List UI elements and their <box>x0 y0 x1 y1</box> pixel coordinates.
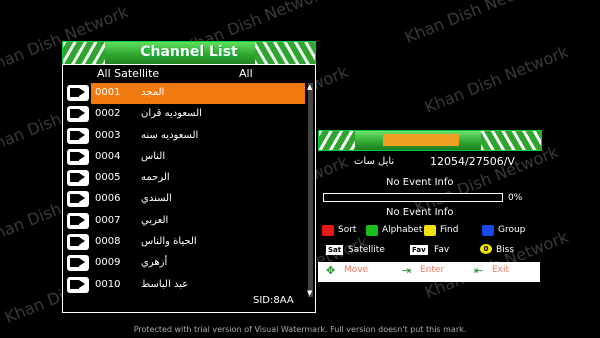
fav-label: Fav <box>434 245 450 255</box>
channel-row[interactable]: 0009 أزهري <box>63 253 307 274</box>
scrollbar[interactable]: ▲ ▼ <box>307 83 313 297</box>
exit-icon: ⇤ <box>474 264 484 277</box>
tv-icon <box>67 255 89 272</box>
channel-list-subheader: All Satellite All <box>63 65 307 82</box>
event-info-current: No Event Info <box>386 177 454 188</box>
event-info-next: No Event Info <box>386 207 454 218</box>
group-filter[interactable]: All <box>239 67 253 80</box>
channel-row[interactable]: 0005 الرحمه <box>63 168 307 189</box>
channel-number: 0006 <box>95 193 121 205</box>
find-label: Find <box>440 225 459 235</box>
tv-icon <box>67 106 89 123</box>
channel-name: المجد <box>141 87 165 98</box>
channel-number: 0003 <box>95 129 121 141</box>
channel-name: السعوديه قران <box>141 108 202 120</box>
fav-key[interactable]: Fav <box>410 245 428 255</box>
channel-name: عبد الباسط <box>141 278 189 290</box>
channel-number: 0004 <box>95 150 121 162</box>
satellite-filter[interactable]: All Satellite <box>97 67 159 80</box>
event-progress-bar <box>323 193 503 202</box>
scroll-up-icon[interactable]: ▲ <box>307 83 312 91</box>
biss-label: Biss <box>496 245 515 255</box>
zero-key-icon[interactable]: 0 <box>480 244 492 254</box>
channel-row-bar[interactable]: 0002 السعوديه قران <box>91 104 305 125</box>
channel-row[interactable]: 0010 عبد الباسط <box>63 275 307 296</box>
channel-name: العربي <box>141 214 169 226</box>
channel-row-bar[interactable]: 0010 عبد الباسط <box>91 275 305 296</box>
move-label: Move <box>344 265 369 275</box>
channel-number: 0009 <box>95 257 121 269</box>
info-panel-header <box>318 130 542 151</box>
tv-icon <box>67 85 89 101</box>
tv-icon <box>67 234 89 251</box>
tv-icon <box>67 170 89 187</box>
watermark-footer: Protected with trial version of Visual W… <box>133 325 467 334</box>
scroll-down-icon[interactable]: ▼ <box>307 289 312 297</box>
satellite-name: نايل سات <box>354 156 395 167</box>
channel-rows: 0001 المجد 0002 السعوديه قران 0003 السعوديه س… <box>63 83 307 296</box>
channel-row[interactable]: 0007 العربي <box>63 211 307 232</box>
channel-row[interactable]: 0002 السعوديه قران <box>63 104 307 125</box>
yellow-key-icon[interactable] <box>424 225 436 236</box>
channel-row-bar[interactable]: 0009 أزهري <box>91 253 305 274</box>
navigation-hint-bar: ✥ Move ⇥ Enter ⇤ Exit <box>318 262 540 282</box>
group-label: Group <box>498 225 526 235</box>
channel-name: السعوديه سنه <box>141 129 199 141</box>
channel-name: أزهري <box>141 257 168 269</box>
tv-icon <box>67 127 89 144</box>
tv-icon <box>67 212 89 229</box>
enter-label: Enter <box>420 265 445 275</box>
channel-number: 0010 <box>95 278 121 290</box>
watermark-text: Khan Dish Network <box>402 0 551 47</box>
event-progress-label: 0% <box>508 193 523 203</box>
transponder: 12054/27506/V <box>430 155 515 168</box>
red-key-icon[interactable] <box>322 225 334 236</box>
channel-row[interactable]: 0008 الحياة والناس <box>63 232 307 253</box>
tv-icon <box>67 148 89 165</box>
channel-number: 0001 <box>95 87 121 98</box>
tv-icon <box>67 276 89 293</box>
tv-icon <box>67 191 89 208</box>
service-id: SID:8AA <box>253 295 294 306</box>
channel-row[interactable]: 0004 الناس <box>63 147 307 168</box>
channel-list-panel: All Satellite All 0001 المجد 0002 السعوديه … <box>62 64 316 313</box>
channel-row-bar[interactable]: 0008 الحياة والناس <box>91 232 305 253</box>
channel-list-title: Channel List <box>140 44 238 60</box>
channel-row[interactable]: 0003 السعوديه سنه <box>63 126 307 147</box>
channel-row-bar[interactable]: 0003 السعوديه سنه <box>91 126 305 147</box>
channel-name: الحياة والناس <box>141 236 197 248</box>
enter-icon: ⇥ <box>402 264 412 277</box>
channel-row-bar[interactable]: 0005 الرحمه <box>91 168 305 189</box>
channel-number: 0008 <box>95 236 121 248</box>
channel-number: 0002 <box>95 108 121 120</box>
watermark-text: Khan Dish Network <box>422 42 571 117</box>
satellite-label: Satellite <box>348 245 385 255</box>
sort-label: Sort <box>338 225 357 235</box>
channel-name: السندي <box>141 193 172 205</box>
channel-row-bar[interactable]: 0001 المجد <box>91 83 305 104</box>
green-key-icon[interactable] <box>366 225 378 236</box>
channel-row-bar[interactable]: 0007 العربي <box>91 211 305 232</box>
channel-row-bar[interactable]: 0006 السندي <box>91 189 305 210</box>
alphabet-label: Alphabet <box>382 225 423 235</box>
channel-row[interactable]: 0006 السندي <box>63 189 307 210</box>
sat-key[interactable]: Sat <box>326 245 344 255</box>
blue-key-icon[interactable] <box>482 225 494 236</box>
channel-name: الناس <box>141 150 166 162</box>
move-icon: ✥ <box>326 264 336 277</box>
channel-number: 0005 <box>95 172 121 184</box>
channel-name: الرحمه <box>141 172 170 184</box>
channel-number: 0007 <box>95 214 121 226</box>
channel-row-bar[interactable]: 0004 الناس <box>91 147 305 168</box>
exit-label: Exit <box>492 265 510 275</box>
channel-list-header: Channel List <box>62 41 316 66</box>
channel-row[interactable]: 0001 المجد <box>63 83 307 104</box>
info-panel-highlight <box>383 134 459 146</box>
